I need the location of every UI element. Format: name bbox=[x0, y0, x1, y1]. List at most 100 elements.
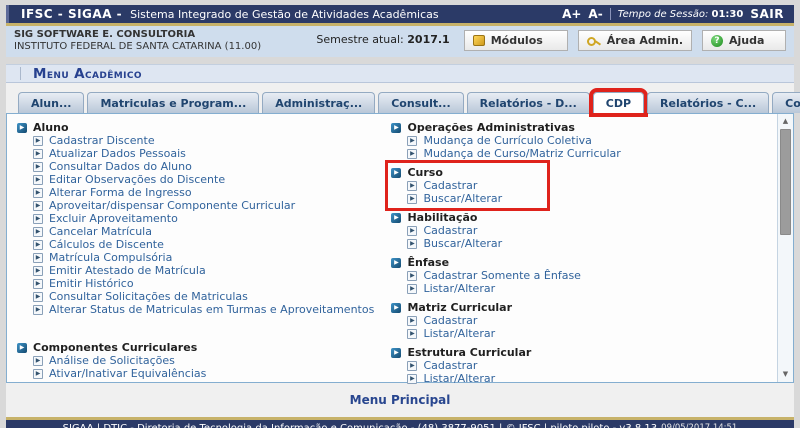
logout-button[interactable]: SAIR bbox=[750, 7, 784, 21]
tab-label: Alun... bbox=[31, 97, 71, 110]
section-title: Componentes Curriculares bbox=[33, 341, 197, 354]
item-arrow-icon bbox=[33, 305, 43, 315]
item-arrow-icon bbox=[407, 329, 417, 339]
menu-item-label: Análise de Solicitações bbox=[49, 354, 175, 367]
section-header: Aluno bbox=[17, 121, 385, 134]
menu-item-label: Cadastrar Somente a Ênfase bbox=[423, 269, 581, 282]
tab[interactable]: CDP bbox=[593, 92, 644, 113]
menu-item-label: Consultar Dados do Aluno bbox=[49, 160, 192, 173]
organization-block: SIG SOFTWARE E. CONSULTORIA INSTITUTO FE… bbox=[14, 29, 261, 52]
menu-item[interactable]: Atualizar Dados Pessoais bbox=[33, 147, 385, 160]
menu-item-label: Buscar/Alterar bbox=[423, 192, 502, 205]
menu-item[interactable]: Cadastrar bbox=[407, 314, 769, 327]
section-arrow-icon bbox=[17, 123, 27, 133]
section-title: Operações Administrativas bbox=[407, 121, 575, 134]
menu-item[interactable]: Listar/Alterar bbox=[407, 372, 769, 385]
menu-item[interactable]: Cadastrar bbox=[407, 179, 502, 192]
section-items: Cadastrar Buscar/Alterar bbox=[391, 179, 502, 205]
section-title: Ênfase bbox=[407, 256, 449, 269]
item-arrow-icon bbox=[33, 175, 43, 185]
menu-item[interactable]: Análise de Solicitações bbox=[33, 354, 385, 367]
semester-value: 2017.1 bbox=[407, 33, 449, 46]
menu-item[interactable]: Cadastrar Somente a Ênfase bbox=[407, 269, 769, 282]
menu-item[interactable]: Buscar/Alterar bbox=[407, 192, 502, 205]
admin-area-button[interactable]: Área Admin. bbox=[578, 30, 692, 51]
menu-section: Ênfase Cadastrar Somente a Ênfase bbox=[391, 256, 769, 295]
menu-item-label: Listar/Alterar bbox=[423, 327, 495, 340]
tab[interactable]: Coordenação Ún... bbox=[772, 92, 800, 113]
menu-item[interactable]: Alterar Forma de Ingresso bbox=[33, 186, 385, 199]
item-arrow-icon bbox=[407, 149, 417, 159]
menu-item[interactable]: Consultar Solicitações de Matriculas bbox=[33, 290, 385, 303]
menu-section: Componentes Curriculares Análise de Soli… bbox=[17, 341, 385, 380]
menu-item[interactable]: Listar/Alterar bbox=[407, 327, 769, 340]
menu-item-label: Emitir Histórico bbox=[49, 277, 134, 290]
menu-principal-link[interactable]: Menu Principal bbox=[350, 393, 451, 407]
item-arrow-icon bbox=[33, 240, 43, 250]
menu-item[interactable]: Cadastrar bbox=[407, 224, 769, 237]
menu-item-label: Consultar Solicitações de Matriculas bbox=[49, 290, 248, 303]
section-header: Operações Administrativas bbox=[391, 121, 769, 134]
menu-item[interactable]: Matrícula Compulsória bbox=[33, 251, 385, 264]
scrollbar[interactable] bbox=[777, 114, 793, 382]
item-arrow-icon bbox=[33, 356, 43, 366]
tab[interactable]: Matriculas e Program... bbox=[87, 92, 259, 113]
tab[interactable]: Administraç... bbox=[262, 92, 375, 113]
section-arrow-icon bbox=[391, 123, 401, 133]
scroll-down-button[interactable] bbox=[778, 368, 793, 381]
menu-item[interactable]: Aproveitar/dispensar Componente Curricul… bbox=[33, 199, 385, 212]
font-decrease-button[interactable]: A- bbox=[588, 7, 602, 21]
menu-item[interactable]: Emitir Histórico bbox=[33, 277, 385, 290]
menu-item[interactable]: Consultar Dados do Aluno bbox=[33, 160, 385, 173]
footer-text: SIGAA | DTIC - Diretoria de Tecnologia d… bbox=[63, 423, 658, 428]
menu-item[interactable]: Editar Observações do Discente bbox=[33, 173, 385, 186]
menu-item-label: Atualizar Dados Pessoais bbox=[49, 147, 186, 160]
tab[interactable]: Consult... bbox=[378, 92, 463, 113]
organization-name: SIG SOFTWARE E. CONSULTORIA bbox=[14, 29, 261, 40]
item-arrow-icon bbox=[33, 292, 43, 302]
modules-button[interactable]: Módulos bbox=[464, 30, 568, 51]
session-timer: Tempo de Sessão: 01:30 bbox=[618, 9, 744, 20]
menu-item[interactable]: Cancelar Matrícula bbox=[33, 225, 385, 238]
tab[interactable]: Alun... bbox=[18, 92, 84, 113]
item-arrow-icon bbox=[33, 162, 43, 172]
menu-section: Habilitação Cadastrar bbox=[391, 211, 769, 250]
menu-item[interactable]: Mudança de Currículo Coletiva bbox=[407, 134, 769, 147]
item-arrow-icon bbox=[33, 188, 43, 198]
menu-item[interactable]: Cálculos de Discente bbox=[33, 238, 385, 251]
menu-item-label: Buscar/Alterar bbox=[423, 237, 502, 250]
menu-item-label: Cadastrar bbox=[423, 179, 477, 192]
menu-item[interactable]: Emitir Atestado de Matrícula bbox=[33, 264, 385, 277]
menu-item-label: Listar/Alterar bbox=[423, 372, 495, 385]
tab-label: CDP bbox=[606, 97, 631, 110]
help-button[interactable]: Ajuda bbox=[702, 30, 786, 51]
tab[interactable]: Relatórios - C... bbox=[647, 92, 769, 113]
menu-item-label: Emitir Atestado de Matrícula bbox=[49, 264, 206, 277]
menu-item[interactable]: Cadastrar bbox=[407, 359, 769, 372]
section-title: Estrutura Curricular bbox=[407, 346, 531, 359]
key-icon bbox=[587, 35, 601, 47]
top-bar: IFSC - SIGAA - Sistema Integrado de Gest… bbox=[6, 5, 794, 23]
help-button-label: Ajuda bbox=[729, 34, 764, 47]
scroll-up-button[interactable] bbox=[778, 115, 793, 128]
menu-column-left: Aluno Cadastrar Discente bbox=[17, 121, 385, 376]
menu-item[interactable]: Ativar/Inativar Equivalências bbox=[33, 367, 385, 380]
menu-item[interactable]: Excluir Aproveitamento bbox=[33, 212, 385, 225]
menu-item[interactable]: Cadastrar Discente bbox=[33, 134, 385, 147]
menu-item-label: Cancelar Matrícula bbox=[49, 225, 152, 238]
font-increase-button[interactable]: A+ bbox=[562, 7, 581, 21]
menu-item[interactable]: Mudança de Curso/Matriz Curricular bbox=[407, 147, 769, 160]
section-items: Cadastrar Listar/Alterar bbox=[391, 359, 769, 385]
menu-item[interactable]: Alterar Status de Matriculas em Turmas e… bbox=[33, 303, 385, 316]
tab-bar: Alun... Matriculas e Program... Administ… bbox=[18, 92, 794, 113]
item-arrow-icon bbox=[407, 271, 417, 281]
modules-button-label: Módulos bbox=[491, 34, 543, 47]
item-arrow-icon bbox=[33, 253, 43, 263]
scrollbar-thumb[interactable] bbox=[780, 129, 791, 235]
application-window: IFSC - SIGAA - Sistema Integrado de Gest… bbox=[6, 5, 794, 428]
menu-item[interactable]: Buscar/Alterar bbox=[407, 237, 769, 250]
tab[interactable]: Relatórios - D... bbox=[467, 92, 590, 113]
section-arrow-icon bbox=[391, 258, 401, 268]
menu-item[interactable]: Listar/Alterar bbox=[407, 282, 769, 295]
menu-item-label: Matrícula Compulsória bbox=[49, 251, 172, 264]
